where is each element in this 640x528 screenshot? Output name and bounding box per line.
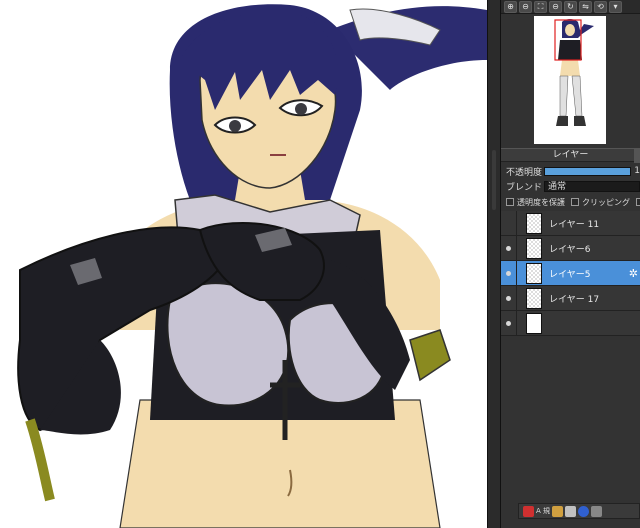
layer-options-row: 透明度を保護 クリッピング ロッ [501,195,640,209]
splitter-grip[interactable] [492,150,496,210]
brush-icon[interactable] [565,505,577,517]
navigator-preview[interactable] [534,16,606,144]
layer-list-empty-area [501,340,640,500]
navigator-menu-icon[interactable]: ▾ [609,0,622,13]
protect-alpha-label: 透明度を保護 [517,197,565,207]
layer-row[interactable]: レイヤー6 [501,235,640,261]
panel-tab-edge[interactable] [634,149,640,163]
zoom-out-icon[interactable]: ⊖ [519,0,532,13]
layer-thumbnail [526,287,542,309]
layer-settings-gear-icon[interactable]: ✲ [629,267,638,280]
protect-alpha-checkbox[interactable] [506,198,514,206]
layer-bottom-toolbar: A 規 [518,503,640,519]
eye-icon [506,270,511,276]
layer-row[interactable]: レイヤー5 ✲ [501,260,640,286]
reset-view-icon[interactable]: ⟲ [594,0,607,13]
layer-panel-title: レイヤー [552,150,589,160]
eye-icon [506,245,511,251]
opacity-slider[interactable] [543,166,632,176]
visibility-toggle[interactable] [501,260,517,286]
layer-row[interactable]: レイヤー 11 [501,210,640,236]
blend-mode-select[interactable]: 通常 [544,180,640,192]
navigator-toolbar: ⊕ ⊖ ⛶ ⊖ ↻ ⇋ ⟲ ▾ [501,0,640,14]
rotate-icon[interactable]: ↻ [564,0,577,13]
folder-icon[interactable] [552,505,564,517]
artwork-illustration [17,4,487,528]
drawing-canvas[interactable] [0,0,487,528]
layer-name: レイヤー6 [549,244,591,255]
eye-icon [506,320,511,326]
layer-name: レイヤー 11 [549,219,600,230]
clipping-label: クリッピング [582,197,630,207]
layer-thumbnail [526,312,542,334]
opacity-slider-fill [544,167,631,175]
bracelet-left [25,418,55,502]
settings-icon[interactable] [591,505,603,517]
visibility-toggle[interactable] [501,235,517,261]
flip-icon[interactable]: ⇋ [579,0,592,13]
navigator-thumbnail [554,19,594,126]
blend-label: ブレンド [506,182,543,193]
lock-checkbox[interactable] [636,198,640,206]
layer-list: レイヤー 11 レイヤー6 レイヤー5 ✲ レイヤー 17 [501,210,640,336]
layer-row[interactable]: レイヤー 17 [501,285,640,311]
eye-icon [506,295,511,301]
opacity-label: 不透明度 [506,167,543,178]
layer-row[interactable] [501,310,640,336]
right-panel: ⊕ ⊖ ⛶ ⊖ ↻ ⇋ ⟲ ▾ レイヤー 不透明度 1 ブレンド 通常 透明度を… [501,0,640,528]
help-icon[interactable] [578,505,590,517]
visibility-toggle[interactable] [501,310,517,336]
blend-row: ブレンド 通常 [501,179,640,193]
layer-panel-header[interactable]: レイヤー [501,148,640,163]
layer-thumbnail [526,212,542,234]
new-layer-icon[interactable] [523,505,534,517]
fit-window-icon[interactable]: ⛶ [534,0,547,13]
opacity-value: 1 [634,166,640,176]
layer-thumbnail [526,262,542,284]
visibility-toggle[interactable] [501,285,517,311]
opacity-row: 不透明度 1 [501,164,640,178]
panel-splitter[interactable] [487,0,501,528]
layer-name: レイヤー5 [549,269,591,280]
bottom-bar-text: A 規 [536,507,551,515]
bracelet-right [409,329,451,382]
clipping-checkbox[interactable] [571,198,579,206]
layer-name: レイヤー 17 [549,294,600,305]
zoom-in-icon[interactable]: ⊕ [504,0,517,13]
layer-thumbnail [526,237,542,259]
zoom-out-icon[interactable]: ⊖ [549,0,562,13]
visibility-toggle[interactable] [501,210,517,236]
